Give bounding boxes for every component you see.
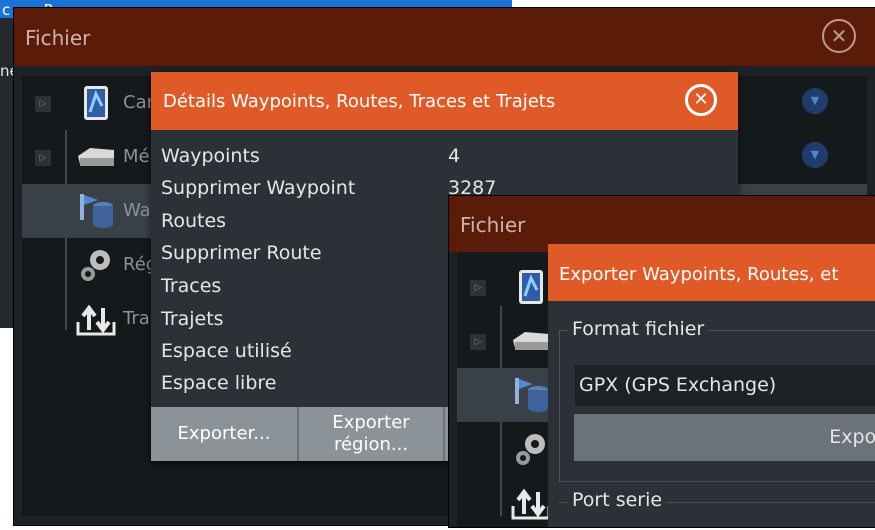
export-dialog-header: Exporter Waypoints, Routes, et: [548, 244, 875, 301]
serial-port-label: Port serie: [568, 489, 667, 511]
expand-icon[interactable]: ▷: [35, 150, 51, 166]
expand-icon[interactable]: ▷: [470, 280, 486, 296]
expand-icon[interactable]: ▷: [470, 334, 486, 350]
window-title: Fichier: [460, 213, 526, 237]
export-dialog: Exporter Waypoints, Routes, et Format fi…: [548, 244, 875, 527]
detail-label: Espace utilisé: [161, 340, 292, 362]
file-window-titlebar: Fichier ✕: [14, 8, 875, 66]
chart-card-icon: [84, 86, 108, 120]
chevron-down-icon[interactable]: ▼: [802, 142, 828, 168]
detail-label: Espace libre: [161, 372, 277, 394]
expand-icon[interactable]: ▷: [35, 96, 51, 112]
gears-icon: [516, 434, 545, 465]
detail-label: Traces: [161, 275, 222, 297]
detail-label: Trajets: [161, 308, 224, 330]
export-button-label: Exporter: [829, 426, 875, 448]
export-region-button[interactable]: Exporter région...: [299, 407, 443, 461]
detail-value: 4: [448, 145, 461, 167]
detail-label: Supprimer Route: [161, 242, 322, 264]
detail-label: Waypoints: [161, 145, 260, 167]
format-select[interactable]: GPX (GPS Exchange): [575, 365, 875, 406]
dialog-title: Détails Waypoints, Routes, Traces et Tra…: [163, 91, 556, 112]
details-dialog-header: Détails Waypoints, Routes, Traces et Tra…: [151, 72, 738, 130]
detail-label: Supprimer Waypoint: [161, 177, 356, 199]
export-button[interactable]: Exporter: [574, 414, 875, 461]
close-icon[interactable]: ✕: [822, 19, 856, 53]
close-icon[interactable]: ✕: [685, 84, 717, 116]
transfer-arrows-icon: [511, 488, 551, 520]
waypoints-database-icon: [515, 378, 548, 412]
transfer-arrows-icon: [76, 304, 116, 336]
storage-drive-icon: [78, 148, 114, 166]
gears-icon: [81, 250, 110, 281]
export-region-label-line2: région...: [333, 434, 409, 455]
window-title: Fichier: [25, 26, 91, 50]
chevron-down-icon[interactable]: ▼: [802, 88, 828, 114]
waypoints-database-icon: [80, 194, 113, 228]
chart-card-icon: [519, 270, 543, 304]
export-region-label-line1: Exporter: [332, 412, 410, 433]
detail-label: Routes: [161, 210, 227, 232]
storage-drive-icon: [513, 332, 549, 350]
format-label: Format fichier: [568, 318, 709, 340]
dialog-title: Exporter Waypoints, Routes, et: [559, 264, 839, 285]
export-button[interactable]: Exporter...: [151, 407, 297, 461]
